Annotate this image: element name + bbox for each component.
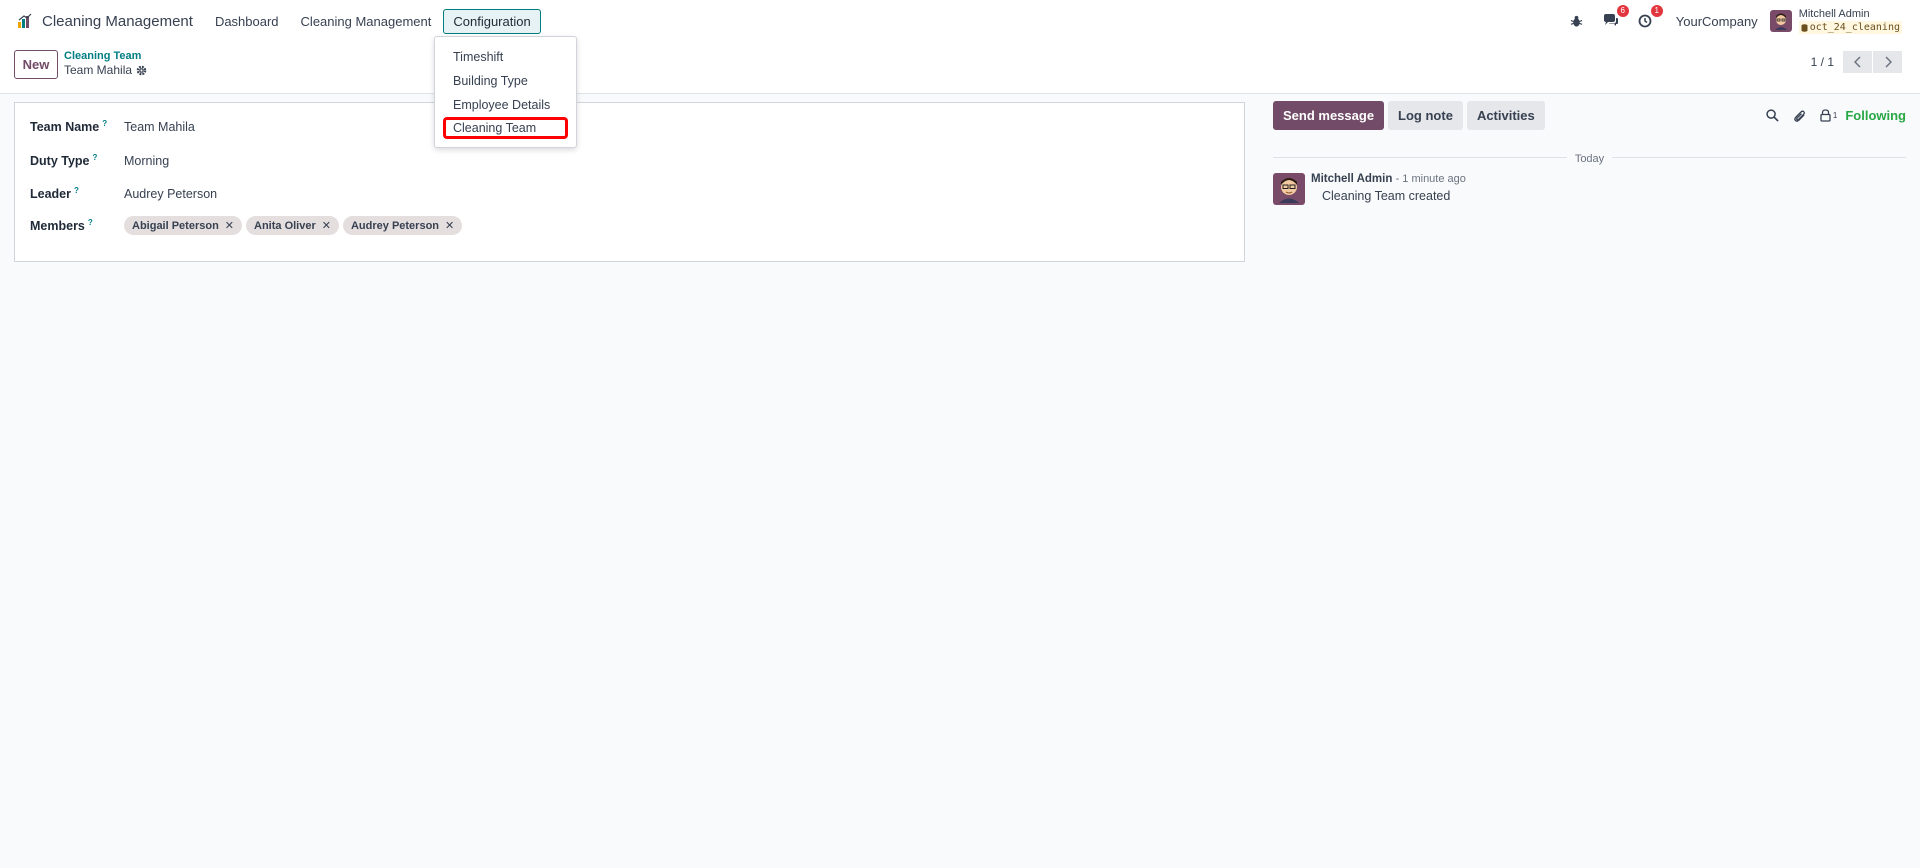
paperclip-icon[interactable] <box>1793 109 1806 123</box>
dropdown-item-cleaning-team[interactable]: Cleaning Team <box>443 117 568 139</box>
members-field[interactable]: Abigail Peterson ✕ Anita Oliver ✕ Audrey P… <box>124 216 466 235</box>
following-button[interactable]: Following <box>1845 108 1906 123</box>
user-avatar <box>1769 10 1792 32</box>
followers-count: 1 <box>1832 111 1838 120</box>
chatter-message: Mitchell Admin - 1 minute ago Cleaning T… <box>1273 173 1906 205</box>
remove-tag-icon[interactable]: ✕ <box>225 219 234 232</box>
date-separator: Today <box>1273 150 1906 165</box>
leader-label: Leader? <box>30 186 79 202</box>
chatter-tools: 1 Following <box>1752 108 1906 123</box>
dropdown-item-building-type[interactable]: Building Type <box>435 69 576 93</box>
breadcrumb-current: Team Mahila <box>64 63 147 77</box>
pager-value[interactable]: 1 / 1 <box>1811 55 1834 69</box>
chatter: Send message Log note Activities 1 Follo… <box>1273 101 1906 205</box>
form-sheet: Team Name? Team Mahila Duty Type? Mornin… <box>14 102 1245 262</box>
members-row: Members? Abigail Peterson ✕ Anita Oliver ✕… <box>30 216 466 235</box>
members-label: Members? <box>30 217 93 234</box>
message-text: Cleaning Team created <box>1322 189 1451 203</box>
database-name: oct_24_cleaning <box>1798 21 1902 34</box>
main-menu: Dashboard Cleaning Management Configurat… <box>203 8 541 34</box>
app-brand[interactable]: Cleaning Management <box>42 13 193 30</box>
app-menu-icon[interactable] <box>17 13 33 29</box>
team-name-label: Team Name? <box>30 119 108 135</box>
date-separator-label: Today <box>1566 153 1613 165</box>
gear-icon[interactable] <box>136 65 147 76</box>
team-name-row: Team Name? Team Mahila <box>30 119 195 134</box>
messages-icon[interactable]: 6 <box>1600 5 1629 32</box>
duty-type-row: Duty Type? Morning <box>30 153 169 168</box>
message-author-avatar[interactable] <box>1273 173 1305 205</box>
member-tag: Anita Oliver ✕ <box>246 216 339 235</box>
remove-tag-icon[interactable]: ✕ <box>445 219 454 232</box>
menu-configuration[interactable]: Configuration <box>443 8 541 34</box>
messages-badge: 6 <box>1616 5 1629 17</box>
menu-dashboard[interactable]: Dashboard <box>205 9 289 34</box>
chevron-right-icon <box>1884 56 1892 68</box>
user-name: Mitchell Admin <box>1798 8 1870 20</box>
new-button[interactable]: New <box>14 50 58 79</box>
user-menu[interactable]: Mitchell Admin oct_24_cleaning <box>1769 8 1902 34</box>
database-icon <box>1801 23 1808 32</box>
configuration-dropdown: Timeshift Building Type Employee Details… <box>434 36 577 148</box>
control-panel: New Cleaning Team Team Mahila 1 / 1 <box>0 42 1920 94</box>
help-icon[interactable]: ? <box>102 119 107 128</box>
help-icon[interactable]: ? <box>93 153 98 162</box>
top-navbar: Cleaning Management Dashboard Cleaning M… <box>0 0 1920 42</box>
remove-tag-icon[interactable]: ✕ <box>322 219 331 232</box>
dropdown-item-timeshift[interactable]: Timeshift <box>435 45 576 69</box>
send-message-button[interactable]: Send message <box>1273 101 1385 130</box>
followers-button[interactable]: 1 <box>1820 109 1837 122</box>
member-tag: Abigail Peterson ✕ <box>124 216 243 235</box>
debug-bug-icon[interactable] <box>1566 10 1588 32</box>
record-title: Team Mahila <box>64 63 133 77</box>
duty-type-label: Duty Type? <box>30 153 98 169</box>
message-time: - 1 minute ago <box>1395 173 1466 185</box>
chevron-left-icon <box>1853 56 1861 68</box>
help-icon[interactable]: ? <box>88 218 93 227</box>
member-tag: Audrey Peterson ✕ <box>342 216 463 235</box>
pager: 1 / 1 <box>1811 51 1902 73</box>
user-lock-icon <box>1820 109 1831 122</box>
search-icon[interactable] <box>1766 109 1779 122</box>
leader-field[interactable]: Audrey Peterson <box>124 187 217 201</box>
dropdown-item-employee-details[interactable]: Employee Details <box>435 93 576 117</box>
activities-badge: 1 <box>1650 5 1663 17</box>
leader-row: Leader? Audrey Peterson <box>30 186 217 201</box>
message-author[interactable]: Mitchell Admin <box>1311 173 1392 185</box>
database-label: oct_24_cleaning <box>1809 22 1900 33</box>
help-icon[interactable]: ? <box>74 186 79 195</box>
menu-cleaning-management[interactable]: Cleaning Management <box>291 9 442 34</box>
activities-button[interactable]: Activities <box>1466 101 1545 130</box>
activities-clock-icon[interactable]: 1 <box>1634 5 1663 32</box>
team-name-field[interactable]: Team Mahila <box>124 120 195 134</box>
breadcrumb-cleaning-team[interactable]: Cleaning Team <box>64 49 147 63</box>
pager-next-button[interactable] <box>1873 51 1902 73</box>
chatter-topbar: Send message Log note Activities 1 Follo… <box>1273 101 1906 130</box>
systray: 6 1 YourCompany Mitchell Admin oct_24_cl… <box>1560 0 1920 42</box>
breadcrumb: Cleaning Team Team Mahila <box>64 49 147 77</box>
pager-previous-button[interactable] <box>1843 51 1872 73</box>
log-note-button[interactable]: Log note <box>1388 101 1463 130</box>
duty-type-field[interactable]: Morning <box>124 154 169 168</box>
company-switcher[interactable]: YourCompany <box>1676 14 1758 29</box>
